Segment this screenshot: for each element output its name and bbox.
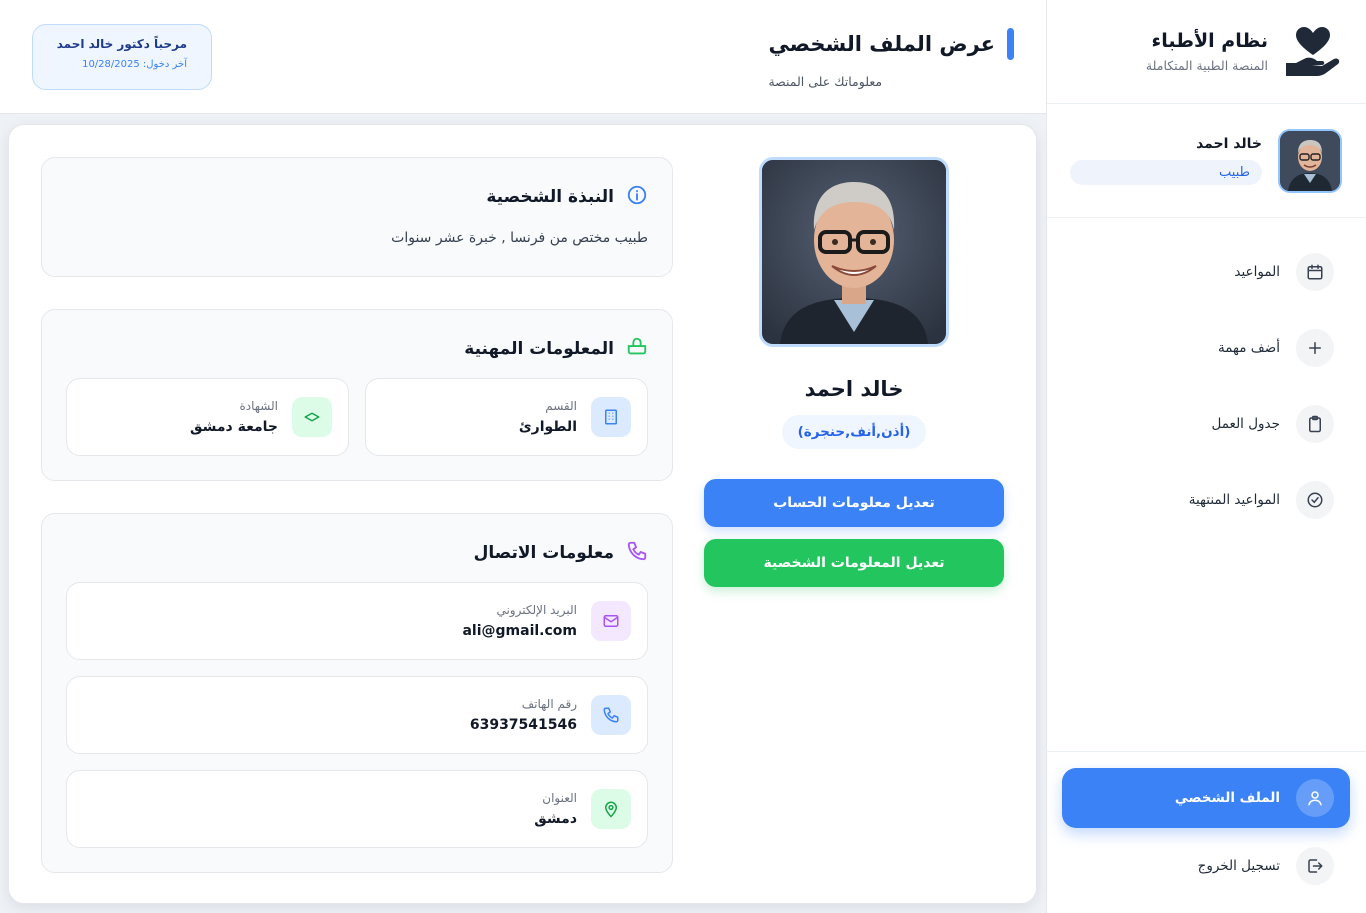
map-pin-icon	[591, 789, 631, 829]
email-value: ali@gmail.com	[462, 623, 577, 639]
briefcase-icon	[626, 336, 648, 362]
contact-section: معلومات الاتصال البريد الإلكتروني ali@gm…	[41, 513, 673, 873]
bio-section: النبذة الشخصية طبيب مختص من فرنسا , خبرة…	[41, 157, 673, 277]
sidebar-item-label: الملف الشخصي	[1174, 790, 1280, 806]
certificate-label: الشهادة	[239, 399, 278, 413]
title-accent-bar	[1007, 28, 1014, 60]
sidebar-nav: المواعيد أضف مهمة جدول العمل المواعيد ال…	[1047, 218, 1366, 538]
brand-subtitle: المنصة الطبية المتكاملة	[1145, 58, 1268, 73]
sidebar-item-appointments[interactable]: المواعيد	[1047, 234, 1366, 310]
user-name: خالد احمد	[1196, 136, 1262, 152]
mail-icon	[591, 601, 631, 641]
check-circle-icon	[1296, 481, 1334, 519]
profile-photo	[759, 157, 949, 347]
avatar[interactable]	[1278, 128, 1342, 193]
address-value: دمشق	[534, 811, 577, 827]
info-icon	[626, 184, 648, 210]
department-label: القسم	[545, 399, 577, 413]
contact-title: معلومات الاتصال	[473, 543, 614, 563]
department-field: القسم الطوارئ	[365, 378, 648, 456]
certificate-field: الشهادة جامعة دمشق	[66, 378, 349, 456]
brand: نظام الأطباء المنصة الطبية المتكاملة	[1047, 0, 1366, 104]
logout-icon	[1296, 847, 1334, 885]
heart-hand-icon	[1282, 21, 1344, 83]
edit-account-button[interactable]: تعديل معلومات الحساب	[704, 479, 1004, 527]
profile-column: خالد احمد (أذن,أنف,حنجرة) تعديل معلومات …	[704, 157, 1004, 587]
page-title: عرض الملف الشخصي	[768, 32, 995, 56]
sidebar-item-add-task[interactable]: أضف مهمة	[1047, 310, 1366, 386]
phone-value: 63937541546	[469, 717, 577, 733]
sidebar-item-label: جدول العمل	[1211, 416, 1280, 432]
brand-title: نظام الأطباء	[1151, 30, 1268, 52]
welcome-card: مرحباً دكتور خالد احمد آخر دخول: 10/28/2…	[32, 24, 212, 90]
plus-icon	[1296, 329, 1334, 367]
bio-title: النبذة الشخصية	[486, 187, 614, 207]
logout-button[interactable]: تسجيل الخروج	[1062, 828, 1350, 904]
user-role-badge: طبيب	[1070, 160, 1262, 185]
sidebar-bottom: الملف الشخصي تسجيل الخروج	[1046, 751, 1366, 913]
sidebar-item-finished-appointments[interactable]: المواعيد المنتهية	[1047, 462, 1366, 538]
email-label: البريد الإلكتروني	[496, 603, 577, 617]
clipboard-icon	[1296, 405, 1334, 443]
welcome-text: مرحباً دكتور خالد احمد	[56, 37, 187, 51]
sidebar-item-label: المواعيد	[1234, 264, 1280, 280]
building-icon	[591, 397, 631, 437]
phone-icon	[626, 540, 648, 566]
specialty-badge: (أذن,أنف,حنجرة)	[781, 415, 927, 449]
professional-title: المعلومات المهنية	[464, 339, 614, 359]
professional-section: المعلومات المهنية القسم الطوارئ الشهادة …	[41, 309, 673, 481]
header: عرض الملف الشخصي معلوماتك على المنصة مرح…	[0, 0, 1046, 114]
profile-name: خالد احمد	[804, 377, 904, 401]
email-field: البريد الإلكتروني ali@gmail.com	[66, 582, 648, 660]
certificate-value: جامعة دمشق	[190, 419, 278, 435]
address-field: العنوان دمشق	[66, 770, 648, 848]
calendar-icon	[1296, 253, 1334, 291]
phone-icon	[591, 695, 631, 735]
department-value: الطوارئ	[518, 419, 577, 435]
page-subtitle: معلوماتك على المنصة	[768, 74, 883, 89]
bio-text: طبيب مختص من فرنسا , خبرة عشر سنوات	[391, 230, 648, 246]
sidebar-item-label: أضف مهمة	[1218, 340, 1280, 356]
sidebar-item-work-schedule[interactable]: جدول العمل	[1047, 386, 1366, 462]
address-label: العنوان	[542, 791, 577, 805]
sidebar-item-label: المواعيد المنتهية	[1188, 492, 1280, 508]
graduation-cap-icon	[292, 397, 332, 437]
profile-card: خالد احمد (أذن,أنف,حنجرة) تعديل معلومات …	[8, 124, 1037, 904]
user-icon	[1296, 779, 1334, 817]
sidebar-item-profile[interactable]: الملف الشخصي	[1062, 768, 1350, 828]
edit-personal-info-button[interactable]: تعديل المعلومات الشخصية	[704, 539, 1004, 587]
phone-label: رقم الهاتف	[521, 697, 577, 711]
user-box: خالد احمد طبيب	[1047, 104, 1366, 218]
logout-label: تسجيل الخروج	[1197, 858, 1280, 874]
phone-field: رقم الهاتف 63937541546	[66, 676, 648, 754]
last-login: آخر دخول: 10/28/2025	[82, 59, 187, 70]
sidebar: نظام الأطباء المنصة الطبية المتكاملة خال…	[1046, 0, 1366, 913]
